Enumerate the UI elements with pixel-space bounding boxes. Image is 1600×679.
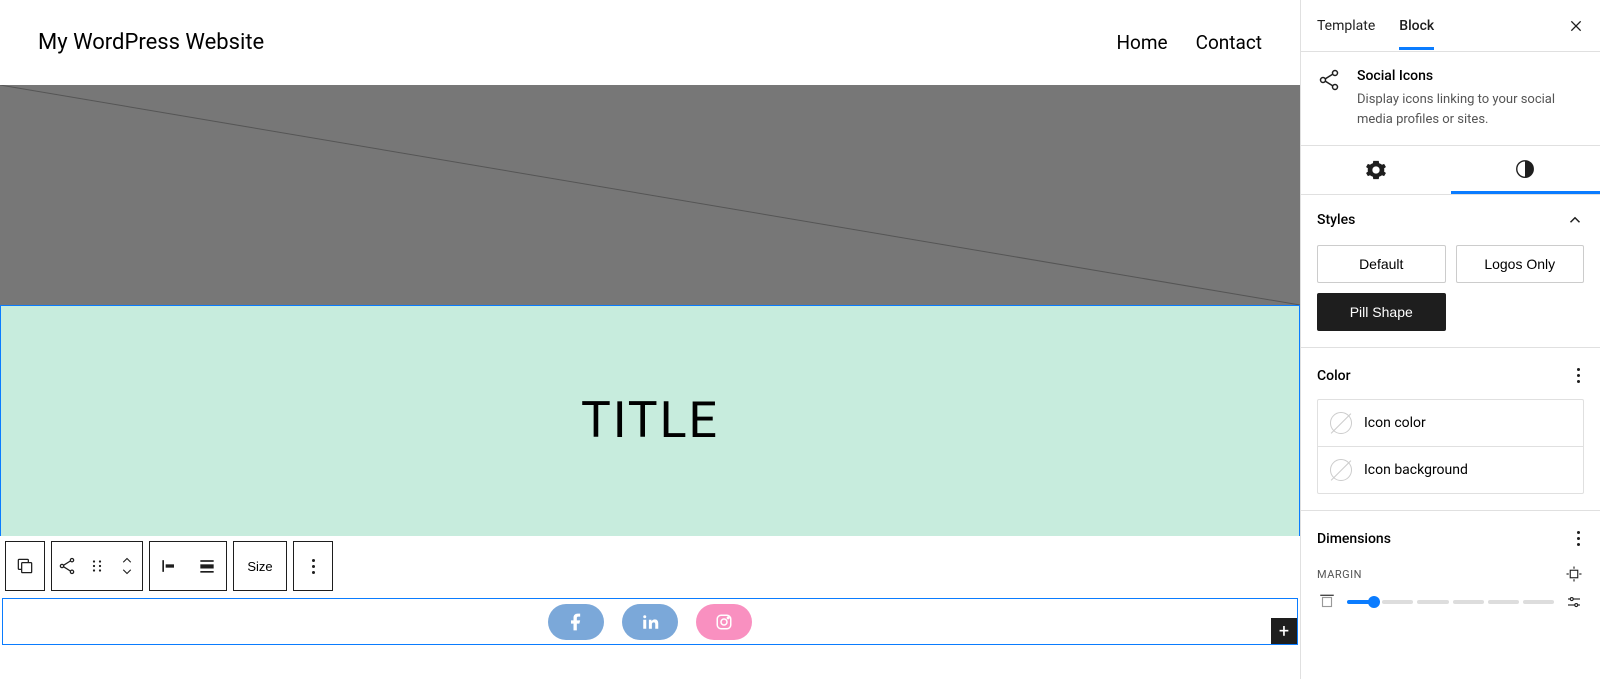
margin-box-icon <box>1318 593 1336 611</box>
margin-side-indicator <box>1317 592 1337 612</box>
style-pill-shape[interactable]: Pill Shape <box>1317 293 1446 331</box>
nav-link-contact[interactable]: Contact <box>1196 31 1262 54</box>
nav-link-home[interactable]: Home <box>1116 31 1167 54</box>
justify-button[interactable] <box>150 542 188 590</box>
contrast-icon <box>1514 158 1536 180</box>
block-info: Social Icons Display icons linking to yo… <box>1301 52 1600 146</box>
add-block-button[interactable]: + <box>1271 618 1297 644</box>
icon-color-label: Icon color <box>1364 415 1426 431</box>
styles-heading: Styles <box>1317 212 1355 228</box>
site-header: My WordPress Website Home Contact <box>0 0 1300 85</box>
linkedin-icon <box>641 613 659 631</box>
share-icon <box>57 556 77 576</box>
primary-nav: Home Contact <box>1116 31 1262 54</box>
cover-block: TITLE <box>0 85 1300 537</box>
parent-block-button[interactable] <box>6 542 44 590</box>
justify-left-icon <box>159 556 179 576</box>
site-title[interactable]: My WordPress Website <box>38 30 264 55</box>
dimensions-panel-header[interactable]: Dimensions <box>1317 527 1584 550</box>
social-icons-block[interactable]: + <box>2 598 1298 645</box>
unlink-sides-button[interactable] <box>1564 564 1584 584</box>
editor-canvas: My WordPress Website Home Contact TITLE <box>0 0 1300 679</box>
block-type-icon <box>1317 68 1341 96</box>
gear-icon <box>1365 159 1387 181</box>
social-icon-facebook[interactable] <box>548 604 604 640</box>
margin-label: MARGIN <box>1317 568 1362 581</box>
subtab-styles[interactable] <box>1451 146 1600 194</box>
facebook-icon <box>566 612 586 632</box>
empty-swatch-icon <box>1330 459 1352 481</box>
style-logos-only[interactable]: Logos Only <box>1456 245 1585 283</box>
size-button[interactable]: Size <box>234 542 286 590</box>
overlap-squares-icon <box>15 556 35 576</box>
box-sides-icon <box>1565 565 1583 583</box>
close-sidebar-button[interactable] <box>1564 14 1588 38</box>
block-toolbar: Size <box>5 541 333 591</box>
styles-panel-header[interactable]: Styles <box>1317 211 1584 229</box>
settings-sidebar: Template Block Social Icons Display icon… <box>1300 0 1600 679</box>
title-band[interactable]: TITLE <box>0 305 1300 536</box>
post-title[interactable]: TITLE <box>581 392 719 450</box>
social-icon-linkedin[interactable] <box>622 604 678 640</box>
style-default[interactable]: Default <box>1317 245 1446 283</box>
drag-handle[interactable] <box>82 542 112 590</box>
inspector-subtabs <box>1301 146 1600 195</box>
more-options-button[interactable] <box>294 542 332 590</box>
block-name: Social Icons <box>1357 68 1584 84</box>
icon-background-label: Icon background <box>1364 462 1468 478</box>
tab-template[interactable]: Template <box>1317 2 1375 50</box>
color-icon-color[interactable]: Icon color <box>1318 400 1583 446</box>
block-description: Display icons linking to your social med… <box>1357 90 1584 129</box>
align-button[interactable] <box>188 542 226 590</box>
social-icon-instagram[interactable] <box>696 604 752 640</box>
color-icon-background[interactable]: Icon background <box>1318 446 1583 493</box>
subtab-settings[interactable] <box>1301 146 1451 194</box>
chevron-up-icon <box>1566 211 1584 229</box>
color-panel-header[interactable]: Color <box>1317 364 1584 387</box>
instagram-icon <box>715 613 733 631</box>
empty-swatch-icon <box>1330 412 1352 434</box>
dimensions-panel: Dimensions MARGIN <box>1301 511 1600 628</box>
color-options-button[interactable] <box>1573 364 1584 387</box>
sliders-icon <box>1565 593 1583 611</box>
color-panel: Color Icon color Icon background <box>1301 348 1600 511</box>
block-type-button[interactable] <box>52 542 82 590</box>
share-icon <box>1317 68 1341 92</box>
margin-slider[interactable] <box>1347 600 1554 604</box>
align-full-icon <box>197 556 217 576</box>
dimensions-options-button[interactable] <box>1573 527 1584 550</box>
sidebar-tabs: Template Block <box>1301 0 1600 52</box>
tab-block[interactable]: Block <box>1399 2 1434 50</box>
kebab-icon <box>308 555 319 578</box>
plus-icon: + <box>1279 621 1289 642</box>
close-icon <box>1568 18 1584 34</box>
move-up-down-icon <box>118 554 136 578</box>
move-buttons[interactable] <box>112 542 142 590</box>
styles-panel: Styles Default Logos Only Pill Shape <box>1301 195 1600 348</box>
dimensions-heading: Dimensions <box>1317 531 1391 547</box>
color-heading: Color <box>1317 368 1351 384</box>
drag-icon <box>88 557 106 575</box>
image-placeholder[interactable] <box>0 85 1300 305</box>
custom-value-button[interactable] <box>1564 592 1584 612</box>
